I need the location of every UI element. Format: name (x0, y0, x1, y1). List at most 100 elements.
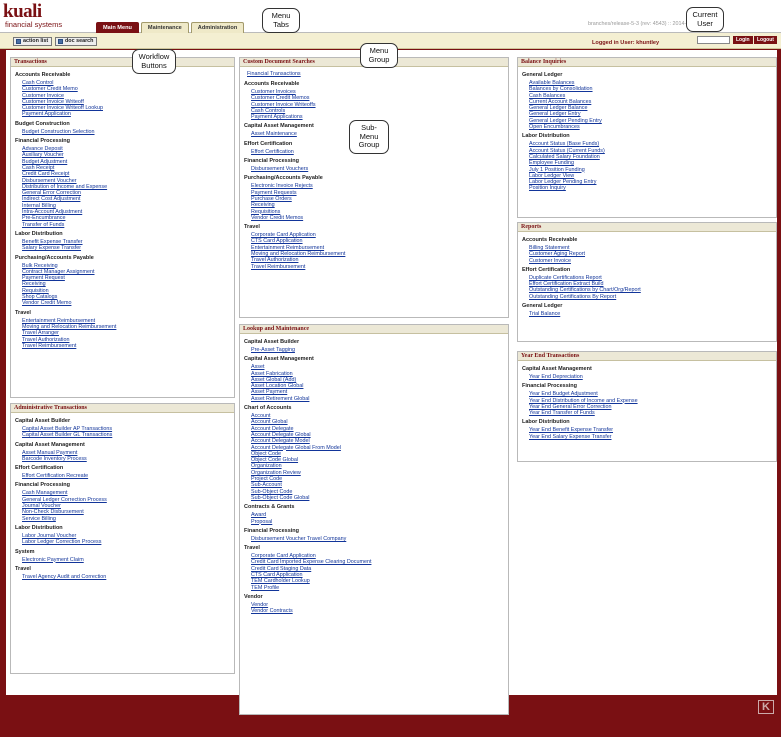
link-vendor-credit-memo[interactable]: Vendor Credit Memo (22, 300, 71, 306)
link-current-account-balances[interactable]: Current Account Balances (529, 99, 591, 105)
link-intra-account-adjustment[interactable]: Intra-Account Adjustment (22, 209, 82, 215)
link-customer-invoice[interactable]: Customer Invoice (22, 93, 64, 99)
link-sub-object-code-global[interactable]: Sub-Object Code Global (251, 495, 309, 501)
tab-administration[interactable]: Administration (190, 22, 245, 33)
link-account-delegate-model[interactable]: Account Delegate Model (251, 438, 310, 444)
link-credit-card-staging-data[interactable]: Credit Card Staging Data (251, 566, 311, 572)
link-internal-billing[interactable]: Internal Billing (22, 203, 56, 209)
link-customer-invoice-writeoffs[interactable]: Customer Invoice Writeoffs (251, 102, 316, 108)
link-cash-controls[interactable]: Cash Controls (251, 108, 285, 114)
link-effort-certification[interactable]: Effort Certification (251, 149, 294, 155)
link-cash-receipt[interactable]: Cash Receipt (22, 165, 54, 171)
link-account-delegate-global-from-model[interactable]: Account Delegate Global From Model (251, 445, 341, 451)
link-object-code[interactable]: Object Code (251, 451, 281, 457)
link-duplicate-certifications-report[interactable]: Duplicate Certifications Report (529, 275, 602, 281)
link-purchase-orders[interactable]: Purchase Orders (251, 196, 292, 202)
link-customer-invoice-writeoff[interactable]: Customer Invoice Writeoff (22, 99, 84, 105)
link-asset-maintenance[interactable]: Asset Maintenance (251, 131, 297, 137)
link-account[interactable]: Account (251, 413, 270, 419)
link-year-end-benefit-expense-transfer[interactable]: Year End Benefit Expense Transfer (529, 427, 613, 433)
link-cts-card-application[interactable]: CTS Card Application (251, 572, 303, 578)
link-labor-journal-voucher[interactable]: Labor Journal Voucher (22, 533, 76, 539)
action-list-button[interactable]: action list (13, 37, 53, 46)
link-year-end-general-error-correction[interactable]: Year End General Error Correction (529, 404, 612, 410)
link-moving-and-relocation-reimbursement[interactable]: Moving and Relocation Reimbursement (22, 324, 116, 330)
link-effort-certification-extract-build[interactable]: Effort Certification Extract Build (529, 281, 604, 287)
tab-main-menu[interactable]: Main Menu (96, 22, 139, 33)
link-payment-request[interactable]: Payment Request (22, 275, 65, 281)
link-requisitions[interactable]: Requisitions (251, 209, 280, 215)
link-customer-invoices[interactable]: Customer Invoices (251, 89, 296, 95)
link-capital-asset-builder-gl-transactions[interactable]: Capital Asset Builder GL Transactions (22, 432, 112, 438)
link-credit-card-imported-expense-clearing-document[interactable]: Credit Card Imported Expense Clearing Do… (251, 559, 371, 565)
link-asset-fabrication[interactable]: Asset Fabrication (251, 371, 293, 377)
link-contract-manager-assignment[interactable]: Contract Manager Assignment (22, 269, 95, 275)
link-open-encumbrances[interactable]: Open Encumbrances (529, 124, 580, 130)
link-journal-voucher[interactable]: Journal Voucher (22, 503, 61, 509)
link-payment-applications[interactable]: Payment Applications (251, 114, 303, 120)
link-outstanding-certifications-by-report[interactable]: Outstanding Certifications By Report (529, 294, 616, 300)
link-receiving[interactable]: Receiving (22, 281, 46, 287)
link-year-end-transfer-of-funds[interactable]: Year End Transfer of Funds (529, 410, 595, 416)
link-corporate-card-application[interactable]: Corporate Card Application (251, 232, 316, 238)
link-customer-credit-memo[interactable]: Customer Credit Memo (22, 86, 78, 92)
link-employee-funding[interactable]: Employee Funding (529, 160, 574, 166)
link-tem-profile[interactable]: TEM Profile (251, 585, 279, 591)
logout-button[interactable]: Logout (754, 36, 777, 44)
link-credit-card-receipt[interactable]: Credit Card Receipt (22, 171, 69, 177)
link-general-ledger-balance[interactable]: General Ledger Balance (529, 105, 587, 111)
link-general-error-correction[interactable]: General Error Correction (22, 190, 81, 196)
link-payment-application[interactable]: Payment Application (22, 111, 71, 117)
tab-maintenance[interactable]: Maintenance (140, 22, 189, 33)
link-vendor[interactable]: Vendor (251, 602, 268, 608)
link-disbursement-voucher[interactable]: Disbursement Voucher (22, 178, 77, 184)
link-travel-reimbursement[interactable]: Travel Reimbursement (22, 343, 76, 349)
link-outstanding-certifications-by-chart-org-report[interactable]: Outstanding Certifications by Chart/Org/… (529, 287, 641, 293)
doc-search-button[interactable]: doc search (55, 37, 98, 46)
link-financial-transactions[interactable]: Financial Transactions (247, 71, 301, 77)
link-cash-management[interactable]: Cash Management (22, 490, 68, 496)
link-budget-construction-selection[interactable]: Budget Construction Selection (22, 129, 95, 135)
link-general-ledger-correction-process[interactable]: General Ledger Correction Process (22, 497, 107, 503)
link-capital-asset-builder-ap-transactions[interactable]: Capital Asset Builder AP Transactions (22, 426, 112, 432)
link-moving-and-relocation-reimbursement[interactable]: Moving and Relocation Reimbursement (251, 251, 345, 257)
link-shop-catalogs[interactable]: Shop Catalogs (22, 294, 57, 300)
link-corporate-card-application[interactable]: Corporate Card Application (251, 553, 316, 559)
link-asset-payment[interactable]: Asset Payment (251, 389, 287, 395)
link-object-code-global[interactable]: Object Code Global (251, 457, 298, 463)
link-labor-ledger-correction-process[interactable]: Labor Ledger Correction Process (22, 539, 101, 545)
link-vendor-credit-memos[interactable]: Vendor Credit Memos (251, 215, 303, 221)
link-benefit-expense-transfer[interactable]: Benefit Expense Transfer (22, 239, 83, 245)
link-general-ledger-entry[interactable]: General Ledger Entry (529, 111, 581, 117)
link-disbursement-voucher-travel-company[interactable]: Disbursement Voucher Travel Company (251, 536, 346, 542)
link-position-inquiry[interactable]: Position Inquiry (529, 185, 566, 191)
link-july-1-position-funding[interactable]: July 1 Position Funding (529, 167, 585, 173)
link-travel-authorization[interactable]: Travel Authorization (22, 337, 69, 343)
link-project-code[interactable]: Project Code (251, 476, 282, 482)
link-customer-credit-memos[interactable]: Customer Credit Memos (251, 95, 309, 101)
link-account-status-base-funds[interactable]: Account Status (Base Funds) (529, 141, 599, 147)
link-travel-authorization[interactable]: Travel Authorization (251, 257, 298, 263)
backdoor-login-input[interactable] (697, 36, 730, 44)
link-general-ledger-pending-entry[interactable]: General Ledger Pending Entry (529, 118, 602, 124)
link-requisition[interactable]: Requisition (22, 288, 49, 294)
link-asset-location-global[interactable]: Asset Location Global (251, 383, 303, 389)
link-receiving[interactable]: Receiving (251, 202, 275, 208)
link-electronic-payment-claim[interactable]: Electronic Payment Claim (22, 557, 84, 563)
link-entertainment-reimbursement[interactable]: Entertainment Reimbursement (251, 245, 324, 251)
link-available-balances[interactable]: Available Balances (529, 80, 574, 86)
link-sub-account[interactable]: Sub-Account (251, 482, 282, 488)
link-proposal[interactable]: Proposal (251, 519, 272, 525)
link-payment-requests[interactable]: Payment Requests (251, 190, 297, 196)
link-salary-expense-transfer[interactable]: Salary Expense Transfer (22, 245, 81, 251)
link-labor-ledger-view[interactable]: Labor Ledger View (529, 173, 574, 179)
link-billing-statement[interactable]: Billing Statement (529, 245, 569, 251)
link-customer-invoice[interactable]: Customer Invoice (529, 258, 571, 264)
link-asset-global-add[interactable]: Asset Global (Add) (251, 377, 296, 383)
link-account-global[interactable]: Account Global (251, 419, 288, 425)
link-sub-object-code[interactable]: Sub-Object Code (251, 489, 292, 495)
link-organization[interactable]: Organization (251, 463, 282, 469)
link-vendor-contracts[interactable]: Vendor Contracts (251, 608, 293, 614)
link-travel-reimbursement[interactable]: Travel Reimbursement (251, 264, 305, 270)
link-calculated-salary-foundation[interactable]: Calculated Salary Foundation (529, 154, 600, 160)
